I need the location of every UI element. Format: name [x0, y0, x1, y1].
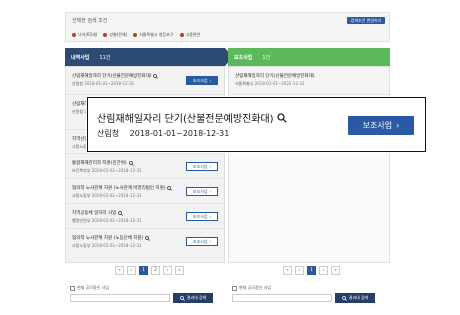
pagination-right: « ‹ 1 › » — [283, 266, 340, 275]
subsidy-button[interactable]: 보조사업› — [186, 162, 218, 171]
item-agency: 고용노동부 — [72, 193, 91, 198]
chevron-right-icon: › — [209, 214, 212, 219]
right-header-count: 1건 — [262, 54, 271, 61]
item-period: 2018-01-01~2022-12-31 — [254, 81, 305, 86]
list-item[interactable]: 통합재해관리자 지원(민간위) 보건복지부 2018-01-01~2018-12… — [66, 154, 224, 179]
first-page-button[interactable]: « — [115, 266, 124, 275]
item-title: 산림재해일자리 단기(산불전문예방진화대) — [235, 74, 315, 79]
tag-dot-icon — [179, 33, 184, 37]
last-page-button[interactable]: » — [331, 266, 340, 275]
right-list: 산림재해일자리 단기(산불전문예방진화대) 서울특별시 2018-01-01~2… — [228, 66, 390, 263]
list-item[interactable]: 산림재해일자리 단기(산불전문예방진화대) 산림청 2018-01-01~201… — [66, 67, 224, 95]
tag-dot-icon — [133, 33, 138, 37]
chevron-right-icon: › — [396, 121, 400, 130]
page: 선택한 검색 조건 검색조건 변경하기 나이(65세) 성별(전체) 서울특별시… — [0, 0, 460, 315]
criteria-tag: 성별(전체) — [103, 32, 127, 38]
item-agency: 행정안전부 — [72, 218, 91, 223]
item-period: 2018-01-01~2018-12-31 — [91, 168, 142, 173]
subsidy-button[interactable]: 보조사업› — [186, 237, 218, 246]
open-recruit-checkbox[interactable]: 현재 공모중인 사업 — [70, 285, 109, 291]
item-period: 2018-01-01~2018-12-31 — [84, 81, 135, 86]
tag-dot-icon — [103, 33, 108, 37]
next-page-button[interactable]: › — [319, 266, 328, 275]
page-number[interactable]: 2 — [151, 266, 160, 275]
item-period: 2018-01-01~2018-12-31 — [91, 193, 142, 198]
chevron-right-icon: › — [209, 78, 212, 83]
page-number[interactable]: 1 — [139, 266, 148, 275]
popup-period: 2018-01-01~2018-12-31 — [129, 129, 230, 138]
search-in-results-button[interactable]: 결과내 검색 — [173, 293, 213, 303]
search-icon — [167, 185, 173, 191]
item-agency: 산림청 — [72, 109, 84, 114]
list-item[interactable]: 협의적 노사관계 지원 (노동단체 지원) 고용노동부 2018-01-01~2… — [66, 229, 224, 263]
zoomed-item-callout[interactable]: 산림재해일자리 단기(산불전문예방진화대) 산림청 2018-01-01~201… — [87, 97, 426, 152]
item-agency: 산림청 — [72, 81, 84, 86]
popup-title: 산림재해일자리 단기(산불전문예방진화대) — [97, 114, 274, 125]
pagination-left: « ‹ 1 2 › » — [115, 266, 184, 275]
checkbox-icon[interactable] — [70, 285, 75, 291]
open-recruit-checkbox[interactable]: 현재 공모중인 사업 — [232, 285, 271, 291]
item-agency: 보건복지부 — [72, 168, 91, 173]
last-page-button[interactable]: » — [175, 266, 184, 275]
search-input[interactable] — [232, 294, 332, 302]
chevron-right-icon: › — [209, 164, 212, 169]
search-icon[interactable] — [276, 112, 287, 123]
item-title: 협의적 노사관계 지원 (노동단체 지원) — [72, 236, 144, 241]
right-header-title: 보조사업 — [234, 54, 253, 61]
criteria-tag: 나이(65세) — [72, 32, 97, 38]
search-icon — [118, 210, 124, 216]
subsidy-button[interactable]: 보조사업› — [186, 76, 218, 85]
left-header-count: 11건 — [99, 54, 111, 61]
next-page-button[interactable]: › — [163, 266, 172, 275]
search-input[interactable] — [70, 294, 170, 302]
subsidy-button[interactable]: 보조사업› — [186, 212, 218, 221]
search-criteria-panel: 선택한 검색 조건 검색조건 변경하기 나이(65세) 성별(전체) 서울특별시… — [65, 12, 390, 42]
item-title: 지역공동체 일자리 사업 — [72, 211, 117, 216]
prev-page-button[interactable]: ‹ — [295, 266, 304, 275]
right-column-header: 보조사업 1건 — [228, 48, 390, 66]
prev-page-button[interactable]: ‹ — [127, 266, 136, 275]
chevron-right-icon: › — [209, 239, 212, 244]
tag-dot-icon — [72, 33, 76, 37]
search-icon — [341, 295, 347, 301]
item-title: 산림재해일자리 단기(산불전문예방진화대) — [72, 74, 152, 79]
criteria-title: 선택한 검색 조건 — [72, 18, 108, 24]
criteria-tag: 고용관련 — [179, 32, 200, 38]
item-agency: 서울특별시 — [235, 81, 254, 86]
item-period: 2018-01-01~2018-12-31 — [91, 218, 142, 223]
criteria-tag: 서울특별시 영등포구 — [133, 32, 174, 38]
first-page-button[interactable]: « — [283, 266, 292, 275]
left-list: 산림재해일자리 단기(산불전문예방진화대) 산림청 2018-01-01~201… — [65, 66, 225, 263]
left-header-title: 내역사업 — [71, 54, 90, 61]
checkbox-icon[interactable] — [232, 285, 237, 291]
page-number[interactable]: 1 — [307, 266, 316, 275]
item-agency: 고용노동부 — [72, 243, 91, 248]
item-period: 2018-01-01~2018-12-31 — [91, 243, 142, 248]
search-icon — [145, 235, 151, 241]
search-icon — [153, 73, 159, 79]
subsidy-button[interactable]: 보조사업› — [186, 187, 218, 196]
item-title: 협의적 노사관계 지원 (노사관계 비영리법인 지원) — [72, 186, 166, 191]
item-title: 통합재해관리자 지원(민간위) — [72, 161, 127, 166]
search-icon — [128, 160, 134, 166]
change-criteria-button[interactable]: 검색조건 변경하기 — [347, 17, 385, 24]
list-item[interactable]: 산림재해일자리 단기(산불전문예방진화대) 서울특별시 2018-01-01~2… — [229, 67, 389, 95]
search-in-results-button[interactable]: 결과내 검색 — [335, 293, 375, 303]
list-item[interactable]: 협의적 노사관계 지원 (노사관계 비영리법인 지원) 고용노동부 2018-0… — [66, 179, 224, 204]
chevron-right-icon: › — [209, 189, 212, 194]
subsidy-button[interactable]: 보조사업 › — [348, 116, 414, 135]
criteria-tags: 나이(65세) 성별(전체) 서울특별시 영등포구 고용관련 — [72, 32, 200, 38]
list-item[interactable]: 지역공동체 일자리 사업 행정안전부 2018-01-01~2018-12-31… — [66, 204, 224, 229]
search-icon — [179, 295, 185, 301]
popup-agency: 산림청 — [97, 129, 120, 138]
left-column-header: 내역사업 11건 — [65, 48, 225, 66]
